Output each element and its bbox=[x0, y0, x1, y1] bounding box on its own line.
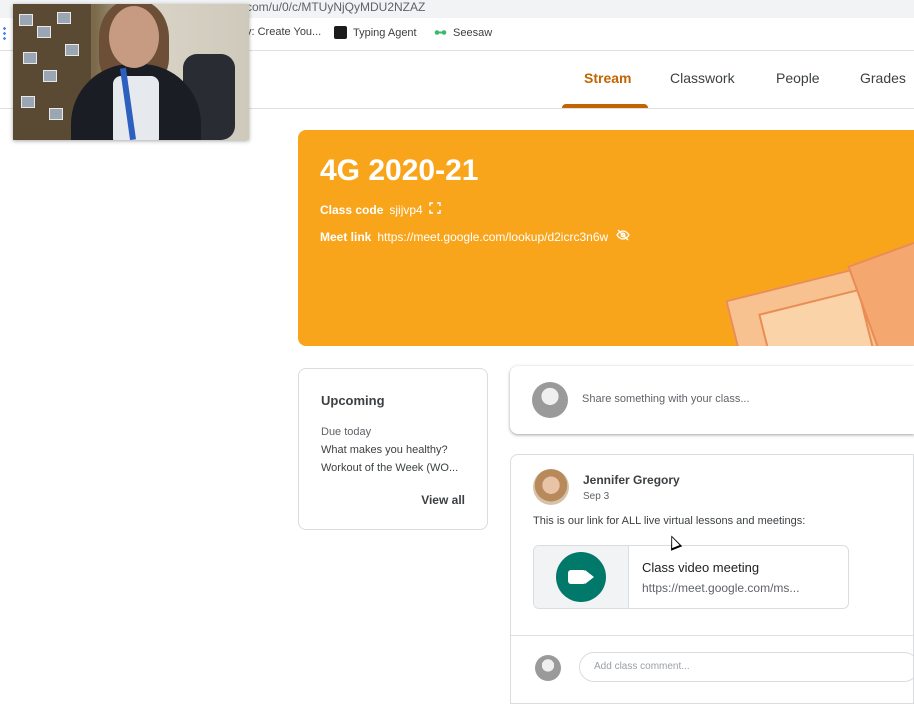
class-title: 4G 2020-21 bbox=[320, 154, 479, 187]
bookmark-create-you[interactable]: y: Create You... bbox=[246, 26, 321, 38]
typing-agent-icon bbox=[334, 26, 347, 39]
pinned-photo bbox=[65, 44, 79, 56]
share-placeholder: Share something with your class... bbox=[582, 393, 750, 405]
pinned-photo bbox=[23, 52, 37, 64]
meet-attachment[interactable]: Class video meeting https://meet.google.… bbox=[533, 545, 849, 609]
person-scarf bbox=[113, 76, 159, 140]
author-avatar bbox=[533, 469, 569, 505]
class-code-label: Class code bbox=[320, 202, 384, 217]
url-text: com/u/0/c/MTUyNjQyMDU2NZAZ bbox=[246, 0, 426, 14]
post-divider bbox=[511, 635, 914, 636]
class-banner: 4G 2020-21 Class code sjijvp4 Meet link … bbox=[298, 130, 914, 346]
bookmark-typing-agent[interactable]: Typing Agent bbox=[334, 26, 417, 39]
due-today-label: Due today bbox=[321, 426, 372, 438]
tab-stream[interactable]: Stream bbox=[584, 70, 631, 86]
tab-grades[interactable]: Grades bbox=[860, 70, 906, 86]
attachment-thumbnail bbox=[534, 546, 629, 608]
post-date: Sep 3 bbox=[583, 491, 610, 502]
class-code-value: sjijvp4 bbox=[389, 202, 423, 217]
commenter-avatar bbox=[535, 655, 561, 681]
comment-placeholder: Add class comment... bbox=[594, 661, 690, 672]
webcam-video-overlay bbox=[13, 4, 249, 140]
meet-link-label: Meet link bbox=[320, 229, 372, 244]
meet-link-row: Meet link https://meet.google.com/lookup… bbox=[320, 229, 630, 244]
post-author: Jennifer Gregory bbox=[583, 473, 680, 487]
upcoming-card: Upcoming Due today What makes you health… bbox=[298, 368, 488, 530]
tab-classwork[interactable]: Classwork bbox=[670, 70, 735, 86]
bookmark-seesaw[interactable]: Seesaw bbox=[434, 26, 492, 39]
view-all-link[interactable]: View all bbox=[421, 493, 465, 507]
meet-link-url[interactable]: https://meet.google.com/lookup/d2icrc3n6… bbox=[377, 230, 608, 244]
visibility-off-icon[interactable] bbox=[616, 229, 630, 244]
pinned-photo bbox=[37, 26, 51, 38]
pinned-photo bbox=[19, 14, 33, 26]
video-camera-icon bbox=[568, 570, 586, 584]
attachment-title: Class video meeting bbox=[642, 560, 760, 575]
upcoming-title: Upcoming bbox=[321, 393, 385, 408]
stream-post: Jennifer Gregory Sep 3 This is our link … bbox=[510, 454, 914, 704]
class-code-row: Class code sjijvp4 bbox=[320, 202, 441, 217]
apps-grid-icon[interactable] bbox=[2, 26, 8, 40]
share-with-class-box[interactable]: Share something with your class... bbox=[510, 366, 914, 434]
pinned-photo bbox=[43, 70, 57, 82]
class-comment-input[interactable]: Add class comment... bbox=[579, 652, 914, 682]
seesaw-icon bbox=[434, 26, 447, 39]
fullscreen-icon[interactable] bbox=[429, 202, 441, 217]
user-avatar bbox=[532, 382, 568, 418]
video-camera-lens-icon bbox=[585, 570, 594, 584]
post-body: This is our link for ALL live virtual le… bbox=[533, 515, 806, 527]
tab-people[interactable]: People bbox=[776, 70, 820, 86]
person-face bbox=[109, 6, 159, 68]
upcoming-item[interactable]: Workout of the Week (WO... bbox=[321, 462, 458, 474]
pinned-photo bbox=[21, 96, 35, 108]
upcoming-item[interactable]: What makes you healthy? bbox=[321, 444, 448, 456]
attachment-url: https://meet.google.com/ms... bbox=[642, 581, 800, 595]
pinned-photo bbox=[57, 12, 71, 24]
pinned-photo bbox=[49, 108, 63, 120]
